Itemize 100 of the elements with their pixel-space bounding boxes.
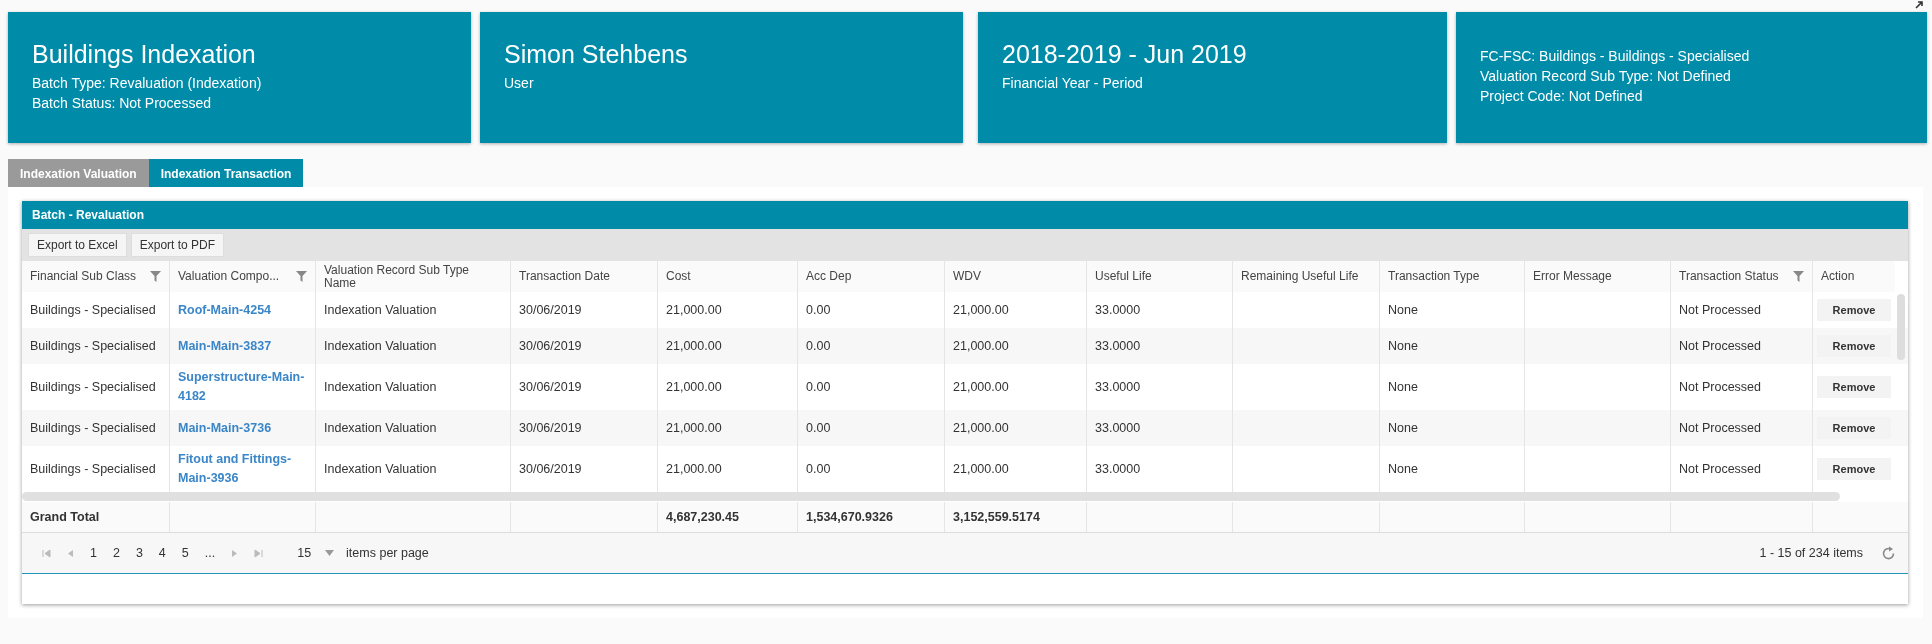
filter-icon[interactable] — [296, 271, 307, 282]
table-cell-text: 33.0000 — [1095, 419, 1141, 437]
table-cell-text: Indexation Valuation — [324, 419, 437, 437]
refresh-icon[interactable] — [1881, 545, 1896, 561]
column-header[interactable]: Remaining Useful Life — [1232, 261, 1379, 292]
first-page-icon[interactable] — [42, 548, 51, 558]
column-header[interactable]: Useful Life — [1086, 261, 1232, 292]
component-link[interactable]: Main-Main-3837 — [178, 336, 272, 356]
table-cell-text: 30/06/2019 — [519, 337, 582, 355]
table-cell-text: 30/06/2019 — [519, 378, 582, 396]
page-number[interactable]: 1 — [90, 546, 97, 560]
card-subtitle: Financial Year - Period — [1002, 74, 1144, 93]
total-cell-text: 1,534,670.9326 — [806, 508, 893, 526]
caret-icon — [325, 550, 335, 556]
column-header[interactable]: Acc Dep — [797, 261, 944, 292]
remove-button[interactable]: Remove — [1817, 376, 1891, 398]
table-cell-text: 30/06/2019 — [519, 301, 582, 319]
remove-button[interactable]: Remove — [1817, 417, 1891, 439]
column-header[interactable]: Valuation Compo... — [169, 261, 315, 292]
table-cell-text: 33.0000 — [1095, 301, 1141, 319]
table-cell-text: 21,000.00 — [953, 337, 1009, 355]
table-cell-text: 33.0000 — [1095, 378, 1141, 396]
column-header[interactable]: Financial Sub Class — [22, 261, 169, 292]
table-cell-text: Buildings - Specialised — [30, 460, 156, 478]
export-button[interactable]: Export to PDF — [130, 233, 225, 257]
table-cell-text: 21,000.00 — [953, 301, 1009, 319]
table-cell-text: Not Processed — [1679, 337, 1761, 355]
column-header[interactable]: Cost — [657, 261, 797, 292]
table-cell-text: 21,000.00 — [953, 419, 1009, 437]
table-cell-text: Buildings - Specialised — [30, 301, 156, 319]
filter-icon[interactable] — [150, 271, 161, 282]
card-subtitle: FC-FSC: Buildings - Buildings - Specialised — [1480, 47, 1751, 66]
page-size-dropdown[interactable]: 15 — [297, 546, 335, 560]
column-header[interactable]: Transaction Date — [510, 261, 657, 292]
tab[interactable]: Indexation Transaction — [148, 159, 304, 187]
card-subtitle: Valuation Record Sub Type: Not Defined — [1480, 67, 1732, 86]
table-cell-text: 33.0000 — [1095, 337, 1141, 355]
table-cell-text: 0.00 — [806, 337, 831, 355]
table-cell-text: None — [1388, 419, 1418, 437]
remove-button[interactable]: Remove — [1817, 458, 1891, 480]
filter-icon[interactable] — [1793, 271, 1804, 282]
total-cell-text: Grand Total — [30, 508, 100, 526]
table-cell-text: 0.00 — [806, 301, 831, 319]
export-button[interactable]: Export to Excel — [28, 233, 127, 257]
page-number[interactable]: 2 — [112, 546, 120, 560]
remove-button[interactable]: Remove — [1817, 299, 1891, 321]
column-header[interactable]: Action — [1812, 261, 1895, 292]
page-number[interactable]: 3 — [135, 546, 143, 560]
component-link[interactable]: Superstructure-Main-4182 — [178, 368, 307, 406]
component-link[interactable]: Fitout and Fittings-Main-3936 — [178, 450, 307, 488]
last-page-icon[interactable] — [254, 548, 264, 558]
next-page-icon[interactable] — [231, 548, 239, 558]
panel-title: Batch - Revaluation — [32, 208, 145, 222]
table-cell-text: 0.00 — [806, 419, 831, 437]
table-cell-text: Not Processed — [1679, 419, 1761, 437]
table-cell-text: 0.00 — [806, 378, 831, 396]
horizontal-scrollbar[interactable] — [22, 492, 1840, 501]
table-cell-text: 21,000.00 — [666, 460, 722, 478]
total-cell-text: 3,152,559.5174 — [953, 508, 1040, 526]
page-number[interactable]: ... — [204, 546, 216, 560]
table-cell-text: 21,000.00 — [953, 460, 1009, 478]
card-title: 2018-2019 - Jun 2019 — [1002, 40, 1248, 69]
table-cell-text: Indexation Valuation — [324, 378, 437, 396]
table-cell-text: 21,000.00 — [666, 419, 722, 437]
table-cell-text: Buildings - Specialised — [30, 378, 156, 396]
table-cell-text: None — [1388, 337, 1418, 355]
table-cell-text: Indexation Valuation — [324, 337, 437, 355]
previous-page-icon[interactable] — [67, 548, 74, 558]
table-cell-text: 21,000.00 — [666, 378, 722, 396]
component-link[interactable]: Roof-Main-4254 — [178, 300, 272, 320]
vertical-scrollbar[interactable] — [1897, 294, 1905, 360]
table-cell-text: 21,000.00 — [666, 337, 722, 355]
card-subtitle: User — [504, 74, 535, 93]
table-cell-text: None — [1388, 378, 1418, 396]
column-header[interactable]: Error Message — [1524, 261, 1670, 292]
items-per-page-label: items per page — [346, 546, 429, 560]
table-cell-text: Indexation Valuation — [324, 460, 437, 478]
table-cell-text: None — [1388, 301, 1418, 319]
card-title: Buildings Indexation — [32, 40, 257, 69]
remove-button[interactable]: Remove — [1817, 335, 1891, 357]
table-cell-text: Buildings - Specialised — [30, 419, 156, 437]
card-title: Simon Stehbens — [504, 40, 689, 69]
column-header[interactable]: WDV — [944, 261, 1086, 292]
column-header[interactable]: Transaction Status — [1670, 261, 1812, 292]
table-cell-text: 21,000.00 — [953, 378, 1009, 396]
table-cell-text: None — [1388, 460, 1418, 478]
table-cell-text: 21,000.00 — [666, 301, 722, 319]
table-cell-text: Buildings - Specialised — [30, 337, 156, 355]
page-number[interactable]: 5 — [181, 546, 189, 560]
column-header[interactable]: Transaction Type — [1379, 261, 1524, 292]
table-cell-text: Not Processed — [1679, 301, 1761, 319]
table-cell-text: 30/06/2019 — [519, 460, 582, 478]
table-cell-text: Indexation Valuation — [324, 301, 437, 319]
total-cell-text: 4,687,230.45 — [666, 508, 739, 526]
page-number[interactable]: 4 — [158, 546, 166, 560]
component-link[interactable]: Main-Main-3736 — [178, 418, 272, 438]
column-header[interactable]: Valuation Record Sub Type Name — [315, 261, 510, 292]
expand-arrow-icon[interactable] — [1915, 0, 1924, 9]
table-cell-text: 30/06/2019 — [519, 419, 582, 437]
card-subtitle: Batch Type: Revaluation (Indexation) — [32, 74, 263, 93]
